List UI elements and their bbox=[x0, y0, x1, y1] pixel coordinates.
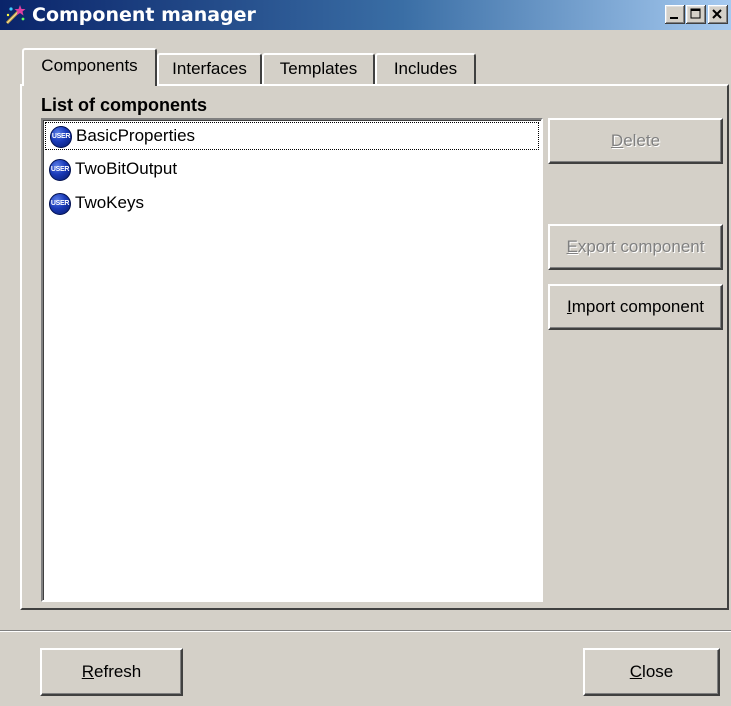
refresh-button[interactable]: Refresh bbox=[40, 648, 183, 696]
list-item[interactable]: USER BasicProperties bbox=[45, 122, 539, 150]
maximize-button[interactable] bbox=[686, 5, 706, 24]
tab-includes[interactable]: Includes bbox=[375, 53, 476, 84]
list-item-label: BasicProperties bbox=[76, 126, 196, 145]
wand-icon bbox=[5, 5, 26, 25]
minimize-button[interactable] bbox=[665, 5, 685, 24]
user-component-icon: USER bbox=[49, 159, 71, 181]
user-component-icon: USER bbox=[50, 126, 72, 148]
list-item-label: TwoKeys bbox=[75, 193, 144, 212]
tab-label: Includes bbox=[393, 59, 458, 78]
close-button[interactable]: Close bbox=[583, 648, 720, 696]
delete-button[interactable]: Delete bbox=[548, 118, 723, 164]
tab-templates[interactable]: Templates bbox=[262, 53, 375, 84]
close-window-button[interactable] bbox=[708, 5, 728, 24]
title-bar[interactable]: Component manager bbox=[0, 0, 731, 30]
list-item-label: TwoBitOutput bbox=[75, 159, 178, 178]
window-title: Component manager bbox=[32, 4, 256, 26]
export-component-button[interactable]: Export component bbox=[548, 224, 723, 270]
tab-interfaces[interactable]: Interfaces bbox=[157, 53, 262, 84]
maximize-icon bbox=[690, 8, 701, 19]
tab-label: Components bbox=[41, 56, 138, 75]
user-component-icon: USER bbox=[49, 193, 71, 215]
list-title: List of components bbox=[41, 95, 207, 115]
list-item[interactable]: USER TwoBitOutput bbox=[45, 156, 539, 184]
tab-label: Templates bbox=[279, 59, 358, 78]
minimize-icon bbox=[670, 17, 678, 19]
components-list[interactable]: USER BasicProperties USER TwoBitOutput U… bbox=[41, 118, 543, 602]
close-icon bbox=[712, 9, 722, 19]
separator bbox=[0, 630, 731, 632]
tab-components[interactable]: Components bbox=[22, 48, 157, 86]
list-item[interactable]: USER TwoKeys bbox=[45, 190, 539, 218]
tab-label: Interfaces bbox=[172, 59, 247, 78]
import-component-button[interactable]: Import component bbox=[548, 284, 723, 330]
